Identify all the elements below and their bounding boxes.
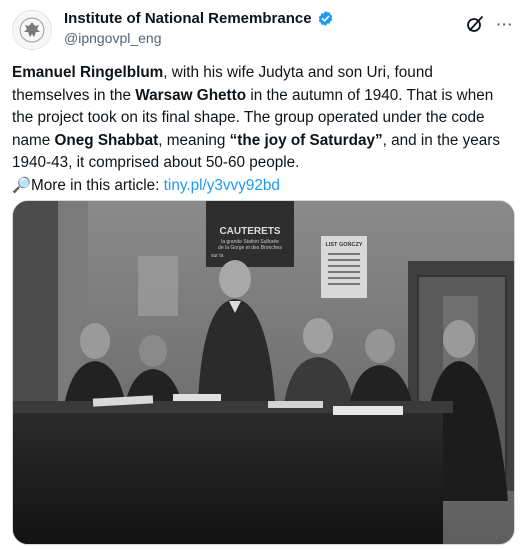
notice-title: LIST GOŃCZY (326, 240, 363, 248)
wall-poster: CAUTERETS la grande Station Sulfurée de … (206, 201, 294, 267)
grok-icon[interactable] (465, 14, 485, 34)
more-label: ··· (496, 16, 514, 32)
text-segment: , meaning (158, 131, 230, 149)
tweet-text: Emanuel Ringelblum, with his wife Judyta… (12, 62, 512, 197)
tweet-header: Institute of National Remembrance @ipngo… (12, 8, 515, 52)
tweet-photo[interactable]: CAUTERETS la grande Station Sulfurée de … (12, 200, 515, 545)
more-prefix: 🔎More in this article: (12, 176, 164, 194)
account-handle[interactable]: @ipngovpl_eng (64, 30, 334, 46)
meeting-table (13, 406, 443, 544)
eagle-emblem-icon (19, 17, 45, 43)
avatar[interactable] (12, 10, 52, 50)
poster-line2: de la Gorge et des Bronches (218, 245, 282, 251)
text-bold-meaning: “the joy of Saturday” (229, 131, 383, 149)
more-icon[interactable]: ··· (495, 14, 515, 34)
account-name[interactable]: Institute of National Remembrance (64, 10, 312, 27)
poster-title: CAUTERETS (219, 226, 280, 237)
verified-badge-icon (318, 11, 332, 26)
text-bold-name: Emanuel Ringelblum (12, 64, 164, 81)
text-bold-oneg: Oneg Shabbat (54, 131, 159, 149)
poster-small: sur la (211, 253, 223, 259)
article-link[interactable]: tiny.pl/y3vvy92bd (164, 177, 280, 194)
text-bold-ghetto: Warsaw Ghetto (135, 86, 247, 104)
wall-notice: LIST GOŃCZY (321, 236, 367, 298)
